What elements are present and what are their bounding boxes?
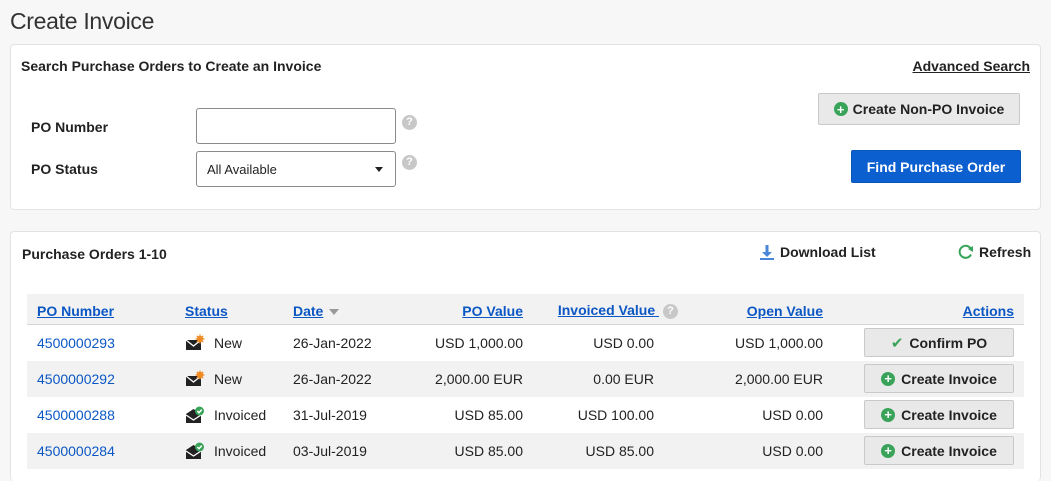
refresh-button[interactable]: Refresh	[958, 244, 1031, 260]
table-row: 4500000293 New 26-Jan-2022 USD 1,000.00 …	[27, 324, 1024, 361]
po-number-input[interactable]	[196, 108, 396, 144]
plus-circle-icon: +	[881, 407, 896, 422]
po-number-link[interactable]: 4500000293	[37, 335, 115, 351]
new-envelope-icon	[185, 370, 205, 388]
status-text: New	[214, 370, 243, 387]
search-panel: Search Purchase Orders to Create an Invo…	[10, 44, 1041, 210]
download-list-button[interactable]: Download List	[759, 244, 876, 260]
po-number-link[interactable]: 4500000288	[37, 407, 115, 423]
po-number-link[interactable]: 4500000292	[37, 371, 115, 387]
status-text: Invoiced	[214, 406, 267, 423]
table-row: 4500000288 Invoiced 31-Jul-2019 USD 85.0…	[27, 397, 1024, 433]
page-title: Create Invoice	[10, 8, 155, 34]
po-number-link[interactable]: 4500000284	[37, 443, 115, 459]
new-envelope-icon	[185, 334, 205, 352]
po-value-cell: 2,000.00 EUR	[393, 360, 533, 397]
invoiced-envelope-icon	[185, 406, 205, 424]
refresh-icon	[958, 244, 973, 259]
find-purchase-order-button[interactable]: Find Purchase Order	[851, 150, 1021, 183]
po-status-label: PO Status	[31, 161, 98, 177]
date-cell: 26-Jan-2022	[283, 360, 393, 397]
table-row: 4500000284 Invoiced 03-Jul-2019 USD 85.0…	[27, 432, 1024, 469]
open-value-cell: USD 0.00	[762, 406, 823, 423]
chevron-down-icon	[375, 166, 383, 172]
col-open-value[interactable]: Open Value	[688, 294, 833, 325]
open-value-cell: USD 1,000.00	[735, 334, 823, 351]
plus-circle-icon: +	[833, 102, 848, 116]
col-date[interactable]: Date	[283, 294, 393, 325]
invoiced-value-help-icon[interactable]: ?	[663, 303, 678, 319]
col-po-value[interactable]: PO Value	[393, 294, 533, 325]
invoiced-envelope-icon	[185, 442, 205, 460]
po-value-cell: USD 85.00	[454, 406, 523, 423]
sort-desc-icon	[329, 308, 340, 315]
invoiced-value-cell: 0.00 EUR	[533, 360, 688, 397]
col-po-number[interactable]: PO Number	[27, 294, 175, 325]
create-non-po-invoice-button[interactable]: + Create Non-PO Invoice	[818, 93, 1020, 125]
invoiced-value-cell: USD 0.00	[593, 334, 654, 351]
row-action-button[interactable]: ✔ Confirm PO	[864, 328, 1014, 357]
plus-circle-icon: +	[881, 443, 896, 458]
po-value-cell: USD 85.00	[393, 432, 533, 469]
orders-heading: Purchase Orders 1-10	[22, 246, 167, 262]
open-value-cell: USD 0.00	[688, 432, 833, 469]
col-status[interactable]: Status	[175, 294, 283, 325]
row-action-button[interactable]: + Create Invoice	[864, 436, 1014, 465]
purchase-orders-table: PO Number Status Date PO Value Invoiced …	[27, 294, 1024, 469]
row-action-button[interactable]: + Create Invoice	[864, 400, 1014, 429]
date-cell: 26-Jan-2022	[293, 334, 372, 351]
status-text: Invoiced	[214, 442, 267, 459]
po-status-help-icon[interactable]: ?	[402, 155, 417, 170]
po-number-label: PO Number	[31, 119, 109, 135]
status-text: New	[214, 334, 243, 351]
row-action-button[interactable]: + Create Invoice	[864, 364, 1014, 393]
table-row: 4500000292 New 26-Jan-2022 2,000.00 EUR …	[27, 360, 1024, 397]
po-status-select[interactable]: All Available	[196, 151, 396, 187]
invoiced-value-cell: USD 100.00	[577, 406, 654, 423]
search-heading: Search Purchase Orders to Create an Invo…	[21, 58, 322, 74]
open-value-cell: 2,000.00 EUR	[688, 360, 833, 397]
download-icon	[760, 245, 774, 260]
po-number-help-icon[interactable]: ?	[402, 115, 417, 130]
date-cell: 03-Jul-2019	[283, 432, 393, 469]
col-invoiced-value[interactable]: Invoiced Value ?	[533, 294, 688, 325]
po-status-value: All Available	[207, 161, 277, 177]
date-cell: 31-Jul-2019	[293, 406, 367, 423]
col-actions[interactable]: Actions	[833, 294, 1024, 325]
invoiced-value-cell: USD 85.00	[533, 432, 688, 469]
table-header-row: PO Number Status Date PO Value Invoiced …	[27, 294, 1024, 325]
orders-panel: Purchase Orders 1-10 Download List Refre…	[10, 231, 1041, 481]
advanced-search-link[interactable]: Advanced Search	[913, 58, 1031, 74]
plus-circle-icon: +	[881, 371, 896, 386]
check-icon: ✔	[890, 334, 904, 352]
po-value-cell: USD 1,000.00	[435, 334, 523, 351]
